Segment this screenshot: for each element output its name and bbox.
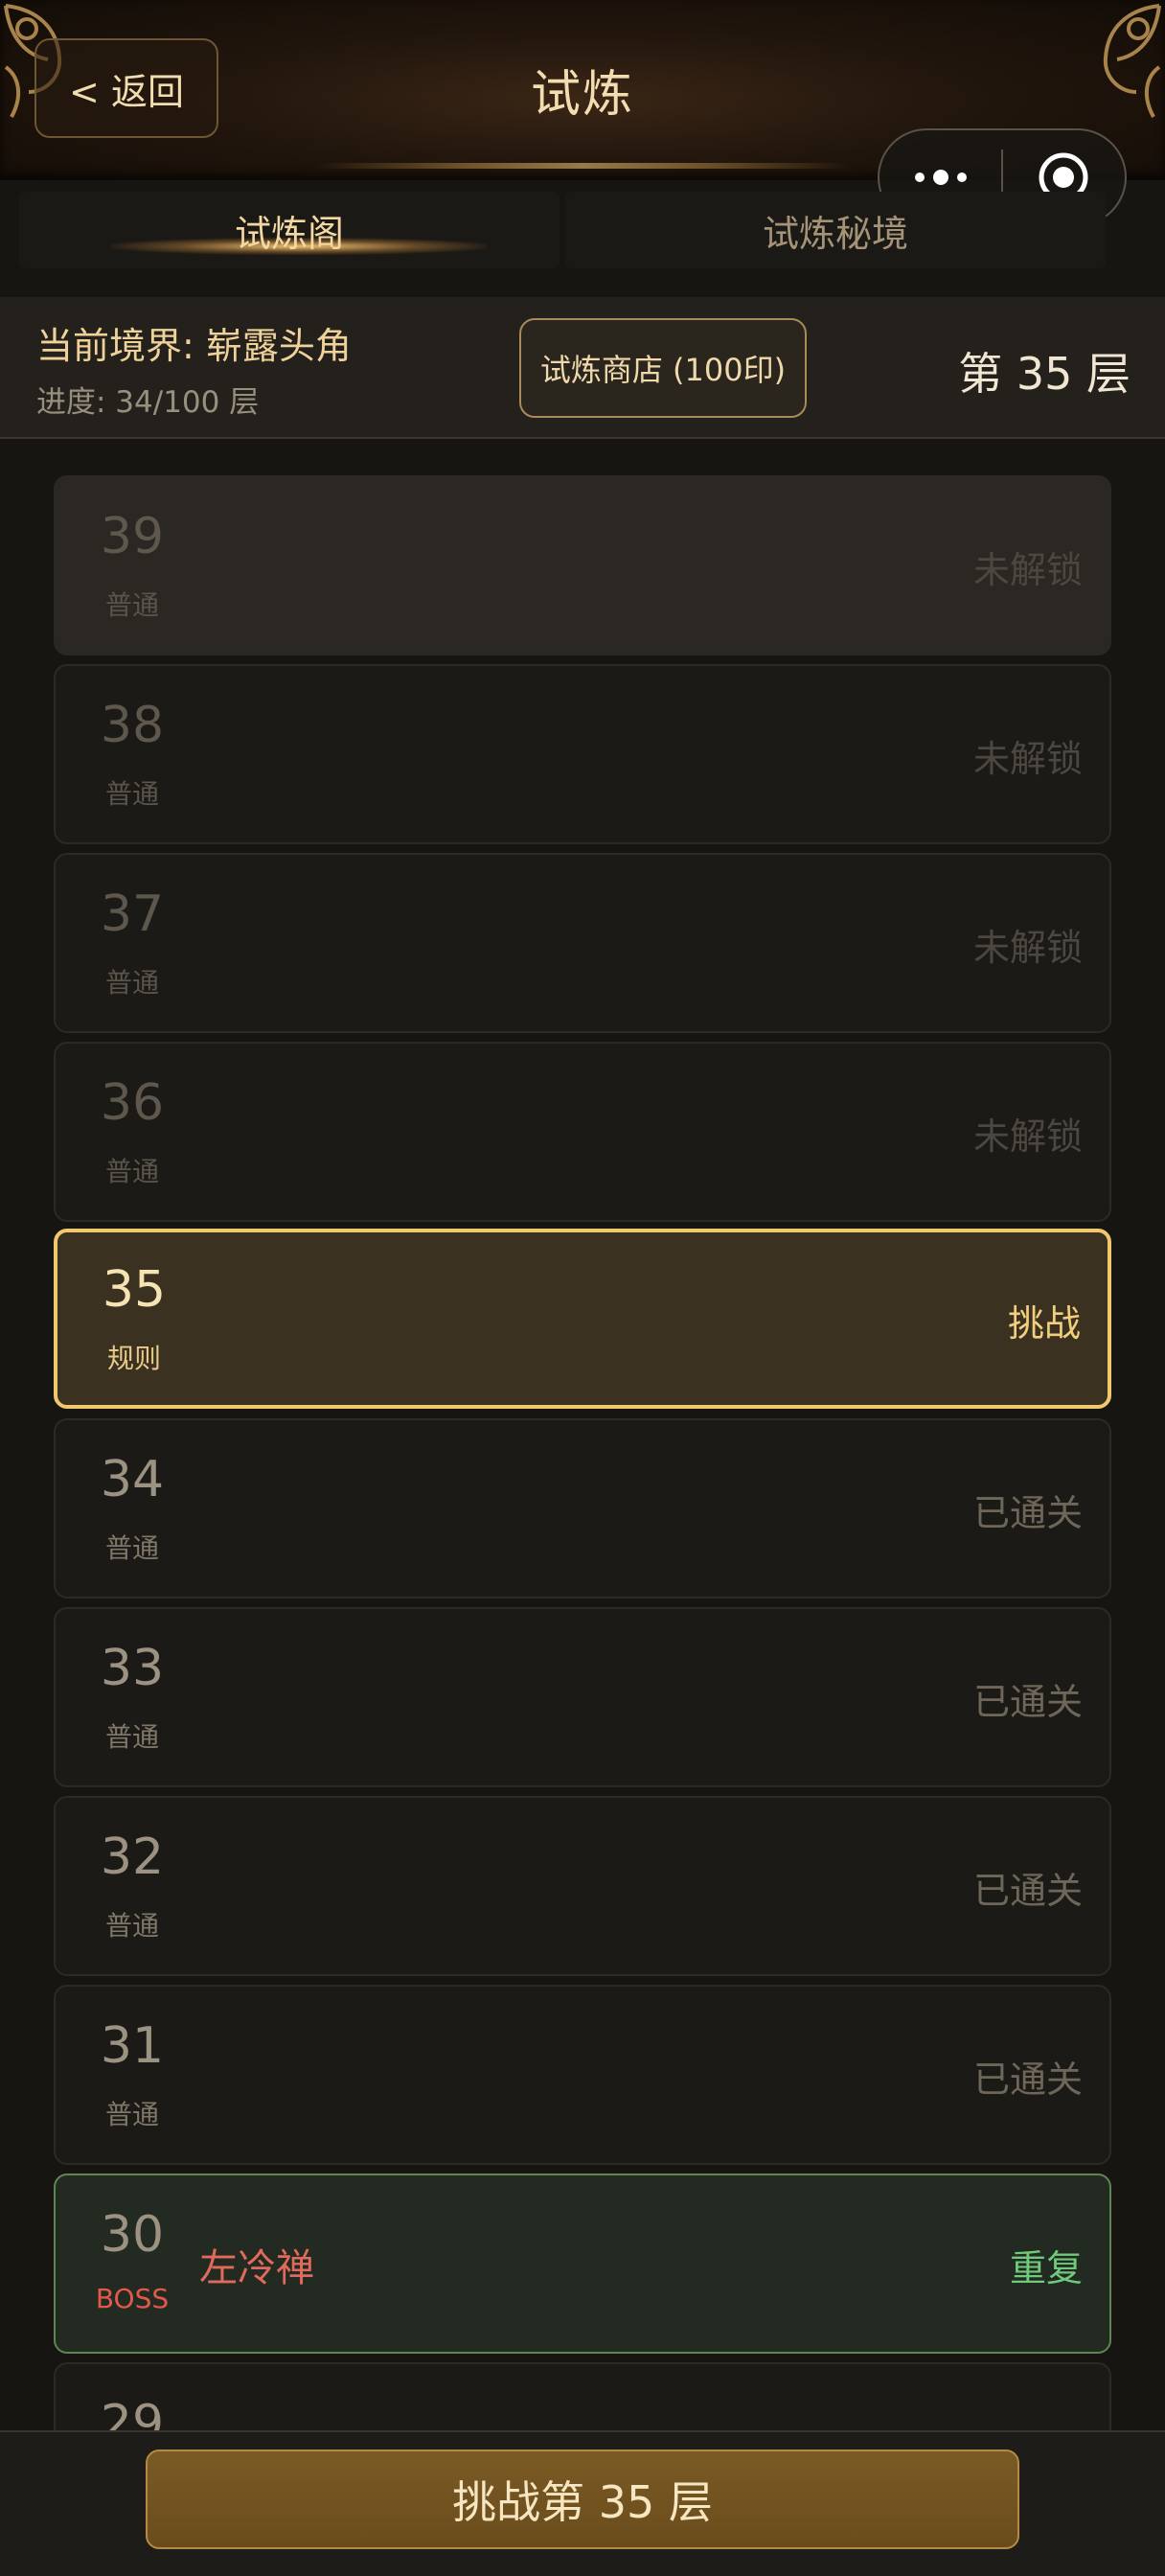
status-panel: 当前境界: 崭露头角 进度: 34/100 层 试炼商店 (100印) 第 35…	[0, 297, 1165, 439]
floor-item[interactable]: 33 普通 已通关	[54, 1607, 1111, 1787]
floor-type: 普通	[104, 778, 159, 810]
floor-type: 普通	[104, 967, 159, 999]
floor-state: 已通关	[972, 1870, 1083, 1912]
floor-state: 已通关	[972, 1681, 1083, 1723]
bottom-bar: 挑战第 35 层	[0, 2430, 1165, 2576]
floor-number: 36	[100, 1074, 165, 1132]
floor-number: 39	[100, 508, 165, 565]
floor-number: 30	[100, 2206, 165, 2264]
boss-name: 左冷禅	[199, 2246, 314, 2290]
tab-trial-realm[interactable]: 试炼秘境	[565, 192, 1106, 268]
repeat-label: 重复	[1009, 2247, 1083, 2289]
tab-label: 试炼秘境	[762, 212, 908, 255]
challenge-floor-button[interactable]: 挑战第 35 层	[146, 2450, 1019, 2549]
floor-number: 35	[102, 1261, 167, 1319]
tab-bar: 试炼阁 试炼秘境	[0, 180, 1165, 280]
floor-item[interactable]: 34 普通 已通关	[54, 1418, 1111, 1598]
current-realm: 当前境界: 崭露头角	[36, 325, 352, 367]
boss-tag: BOSS	[95, 2283, 170, 2314]
floor-item[interactable]: 37 普通 未解锁	[54, 853, 1111, 1033]
floor-state: 未解锁	[972, 738, 1083, 780]
floor-number: 34	[100, 1451, 165, 1508]
floor-number: 38	[100, 697, 165, 754]
floor-state: 未解锁	[972, 549, 1083, 591]
challenge-label: 挑战	[1007, 1302, 1081, 1345]
floor-number: 32	[100, 1828, 165, 1886]
floor-item[interactable]: 29	[54, 2362, 1111, 2430]
floor-item[interactable]: 36 普通 未解锁	[54, 1042, 1111, 1222]
floor-type: 普通	[104, 589, 159, 621]
floor-number: 33	[100, 1640, 165, 1697]
floor-number: 31	[100, 2017, 165, 2075]
floor-list[interactable]: 39 普通 未解锁 38 普通 未解锁 37 普通 未解锁 36 普通 未解锁 …	[0, 439, 1165, 2430]
tab-trial-pavilion[interactable]: 试炼阁	[19, 192, 560, 268]
floor-type: 普通	[104, 1532, 159, 1564]
floor-state: 未解锁	[972, 927, 1083, 969]
floor-item[interactable]: 31 普通 已通关	[54, 1985, 1111, 2165]
floor-item[interactable]: 32 普通 已通关	[54, 1796, 1111, 1976]
floor-state: 已通关	[972, 1492, 1083, 1534]
floor-item-current[interactable]: 35 规则 挑战	[54, 1229, 1111, 1409]
floor-type: 规则	[106, 1343, 161, 1374]
tab-label: 试炼阁	[234, 212, 344, 255]
floor-state: 未解锁	[972, 1116, 1083, 1158]
floor-number: 29	[100, 2395, 165, 2430]
trial-shop-label: 试炼商店 (100印)	[539, 352, 787, 388]
floor-item[interactable]: 39 普通 未解锁	[54, 475, 1111, 656]
floor-type: 普通	[104, 1156, 159, 1187]
trial-shop-button[interactable]: 试炼商店 (100印)	[519, 318, 807, 418]
floor-type: 普通	[104, 1721, 159, 1753]
floor-type: 普通	[104, 1910, 159, 1942]
floor-item-boss[interactable]: 30 BOSS 左冷禅 重复	[54, 2174, 1111, 2354]
page-title: 试炼	[530, 66, 634, 124]
floor-item[interactable]: 38 普通 未解锁	[54, 664, 1111, 844]
floor-number: 37	[100, 886, 165, 943]
current-floor-label: 第 35 层	[958, 348, 1131, 400]
floor-state: 已通关	[972, 2058, 1083, 2101]
floor-type: 普通	[104, 2099, 159, 2130]
progress-text: 进度: 34/100 层	[36, 385, 260, 420]
challenge-button-label: 挑战第 35 层	[452, 2476, 713, 2528]
